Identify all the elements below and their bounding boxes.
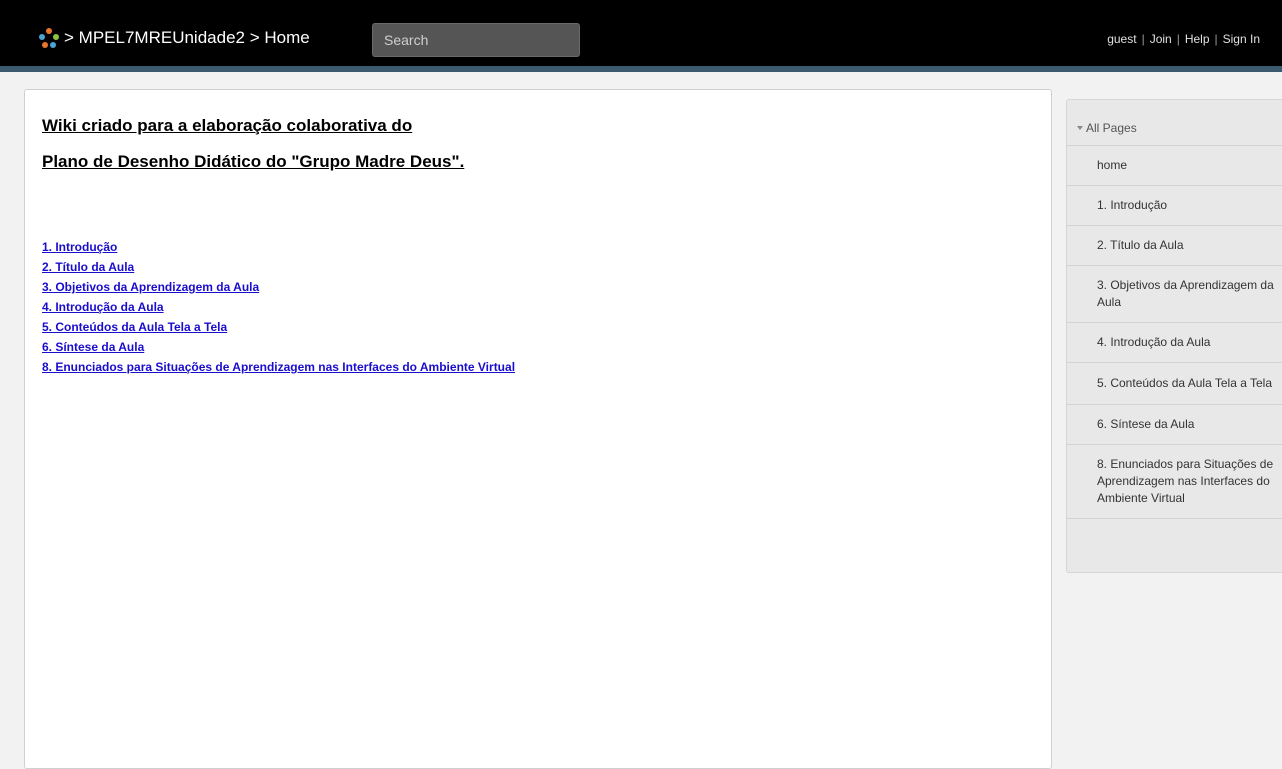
page-heading-line-1: Wiki criado para a elaboração colaborati… <box>42 116 413 135</box>
nav-separator: | <box>1214 32 1218 46</box>
toc-link-titulo-da-aula[interactable]: 2. Título da Aula <box>42 260 134 274</box>
page-content: Wiki criado para a elaboração colaborati… <box>24 89 1052 769</box>
help-link[interactable]: Help <box>1185 32 1210 46</box>
breadcrumb-separator: > <box>64 28 74 47</box>
toc-item: 2. Título da Aula <box>42 259 515 279</box>
toc-item: 3. Objetivos da Aprendizagem da Aula <box>42 279 515 299</box>
user-guest-link[interactable]: guest <box>1107 32 1136 46</box>
page-heading-line-2: Plano de Desenho Didático do "Grupo Madr… <box>42 152 465 171</box>
sidebar-item-enunciados[interactable]: 8. Enunciados para Situações de Aprendiz… <box>1067 445 1282 519</box>
sidebar-item-titulo-da-aula[interactable]: 2. Título da Aula <box>1067 226 1282 266</box>
sidebar-item-introducao[interactable]: 1. Introdução <box>1067 186 1282 226</box>
all-pages-title: All Pages <box>1086 121 1137 135</box>
user-navigation: guest | Join | Help | Sign In <box>1107 31 1260 47</box>
toc-link-sintese[interactable]: 6. Síntese da Aula <box>42 340 144 354</box>
search-input[interactable] <box>372 23 580 57</box>
breadcrumb-separator: > <box>249 28 260 47</box>
table-of-contents: 1. Introdução 2. Título da Aula 3. Objet… <box>42 239 515 379</box>
toc-item: 6. Síntese da Aula <box>42 339 515 359</box>
toc-item: 4. Introdução da Aula <box>42 299 515 319</box>
toc-item: 8. Enunciados para Situações de Aprendiz… <box>42 359 515 379</box>
wikispaces-logo-icon[interactable] <box>38 27 60 49</box>
page-list: home 1. Introdução 2. Título da Aula 3. … <box>1067 146 1282 519</box>
breadcrumb: > MPEL7MREUnidade2 > Home <box>64 27 310 49</box>
sign-in-link[interactable]: Sign In <box>1223 32 1260 46</box>
caret-down-icon <box>1077 125 1083 130</box>
toc-link-introducao[interactable]: 1. Introdução <box>42 240 117 254</box>
all-pages-sidebar: All Pages home 1. Introdução 2. Título d… <box>1066 99 1282 573</box>
all-pages-toggle[interactable]: All Pages <box>1067 100 1282 146</box>
toc-item: 5. Conteúdos da Aula Tela a Tela <box>42 319 515 339</box>
toc-link-enunciados[interactable]: 8. Enunciados para Situações de Aprendiz… <box>42 360 515 374</box>
sidebar-item-objetivos[interactable]: 3. Objetivos da Aprendizagem da Aula <box>1067 266 1282 323</box>
wiki-name-link[interactable]: MPEL7MREUnidade2 <box>79 28 245 47</box>
toc-link-introducao-da-aula[interactable]: 4. Introdução da Aula <box>42 300 164 314</box>
nav-separator: | <box>1176 32 1180 46</box>
sidebar-item-sintese[interactable]: 6. Síntese da Aula <box>1067 405 1282 445</box>
page-name-link[interactable]: Home <box>264 28 309 47</box>
sidebar-item-conteudos[interactable]: 5. Conteúdos da Aula Tela a Tela <box>1067 363 1282 405</box>
top-navigation-bar: > MPEL7MREUnidade2 > Home guest | Join | Hel… <box>0 0 1282 72</box>
sidebar-item-introducao-da-aula[interactable]: 4. Introdução da Aula <box>1067 323 1282 363</box>
toc-item: 1. Introdução <box>42 239 515 259</box>
nav-separator: | <box>1141 32 1145 46</box>
join-link[interactable]: Join <box>1150 32 1172 46</box>
sidebar-item-home[interactable]: home <box>1067 146 1282 186</box>
toc-link-objetivos[interactable]: 3. Objetivos da Aprendizagem da Aula <box>42 280 259 294</box>
toc-link-conteudos[interactable]: 5. Conteúdos da Aula Tela a Tela <box>42 320 227 334</box>
